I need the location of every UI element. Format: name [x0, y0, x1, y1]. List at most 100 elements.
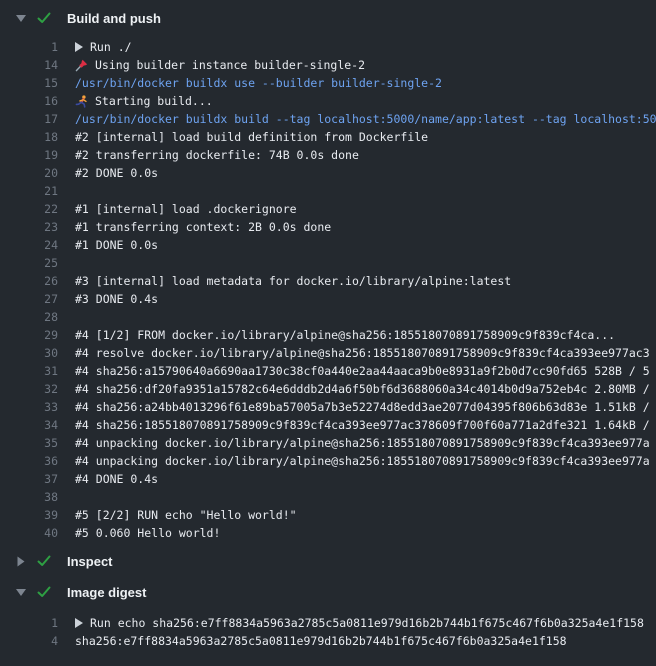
line-number[interactable]: 26: [0, 272, 58, 290]
log-text: #4 resolve docker.io/library/alpine@sha2…: [75, 344, 650, 362]
log-line: 28: [0, 308, 656, 326]
log-text: Using builder instance builder-single-2: [95, 56, 365, 74]
log-lines: 1 Run ./ 14 Using builder instance build…: [0, 38, 656, 542]
check-icon: [37, 586, 51, 598]
log-group-build-and-push: Build and push 1 Run ./ 14 Using builder…: [0, 8, 656, 542]
log-line-content: #2 transferring dockerfile: 74B 0.0s don…: [58, 146, 656, 164]
log-group-title: Inspect: [67, 554, 113, 569]
log-line: 20 #2 DONE 0.0s: [0, 164, 656, 182]
runner-icon: [75, 95, 88, 108]
log-lines: 1 Run echo sha256:e7ff8834a5963a2785c5a0…: [0, 614, 656, 650]
log-text: #5 0.060 Hello world!: [75, 524, 220, 542]
log-text: #5 [2/2] RUN echo "Hello world!": [75, 506, 297, 524]
log-text: Run ./: [90, 38, 132, 56]
log-text: #2 DONE 0.0s: [75, 164, 158, 182]
log-line-content: #4 sha256:a15790640a6690aa1730c38cf0a440…: [58, 362, 656, 380]
log-line-content: /usr/bin/docker buildx use --builder bui…: [58, 74, 656, 92]
log-line: 1 Run echo sha256:e7ff8834a5963a2785c5a0…: [0, 614, 656, 632]
log-group-title: Build and push: [67, 11, 161, 26]
log-group-header-build-and-push[interactable]: Build and push: [0, 8, 656, 28]
check-icon: [37, 12, 51, 24]
line-number[interactable]: 27: [0, 290, 58, 308]
run-toggle-icon[interactable]: [75, 42, 83, 52]
log-text: sha256:e7ff8834a5963a2785c5a0811e979d16b…: [75, 632, 567, 650]
run-toggle-icon[interactable]: [75, 618, 83, 628]
log-line: 40 #5 0.060 Hello world!: [0, 524, 656, 542]
log-line: 1 Run ./: [0, 38, 656, 56]
log-text: #4 sha256:185518070891758909c9f839cf4ca3…: [75, 416, 650, 434]
line-number[interactable]: 1: [0, 38, 58, 56]
log-group-inspect: Inspect: [0, 551, 656, 571]
line-number[interactable]: 25: [0, 254, 58, 272]
line-number[interactable]: 39: [0, 506, 58, 524]
log-line: 23 #1 transferring context: 2B 0.0s done: [0, 218, 656, 236]
log-line: 15 /usr/bin/docker buildx use --builder …: [0, 74, 656, 92]
log-line-content: #5 0.060 Hello world!: [58, 524, 656, 542]
log-line: 38: [0, 488, 656, 506]
line-number[interactable]: 14: [0, 56, 58, 74]
log-text: #4 unpacking docker.io/library/alpine@sh…: [75, 434, 650, 452]
log-line: 37 #4 DONE 0.4s: [0, 470, 656, 488]
chevron-right-icon[interactable]: [15, 556, 26, 566]
log-text: #1 DONE 0.0s: [75, 236, 158, 254]
line-number[interactable]: 22: [0, 200, 58, 218]
line-number[interactable]: 16: [0, 92, 58, 110]
line-number[interactable]: 33: [0, 398, 58, 416]
log-line-content: Using builder instance builder-single-2: [58, 56, 656, 74]
log-line-content: #4 unpacking docker.io/library/alpine@sh…: [58, 434, 656, 452]
log-line-content: #1 transferring context: 2B 0.0s done: [58, 218, 656, 236]
log-line-content: Run ./: [58, 38, 656, 56]
line-number[interactable]: 40: [0, 524, 58, 542]
line-number[interactable]: 31: [0, 362, 58, 380]
log-line: 17 /usr/bin/docker buildx build --tag lo…: [0, 110, 656, 128]
line-number[interactable]: 19: [0, 146, 58, 164]
log-line: 24 #1 DONE 0.0s: [0, 236, 656, 254]
line-number[interactable]: 30: [0, 344, 58, 362]
log-line-content: #4 [1/2] FROM docker.io/library/alpine@s…: [58, 326, 656, 344]
log-line: 4 sha256:e7ff8834a5963a2785c5a0811e979d1…: [0, 632, 656, 650]
line-number[interactable]: 36: [0, 452, 58, 470]
line-number[interactable]: 24: [0, 236, 58, 254]
log-line-content: #4 resolve docker.io/library/alpine@sha2…: [58, 344, 656, 362]
chevron-down-icon[interactable]: [15, 587, 26, 597]
log-line: 22 #1 [internal] load .dockerignore: [0, 200, 656, 218]
line-number[interactable]: 29: [0, 326, 58, 344]
line-number[interactable]: 28: [0, 308, 58, 326]
log-line-content: #5 [2/2] RUN echo "Hello world!": [58, 506, 656, 524]
log-text: #4 sha256:df20fa9351a15782c64e6dddb2d4a6…: [75, 380, 650, 398]
log-line: 29 #4 [1/2] FROM docker.io/library/alpin…: [0, 326, 656, 344]
line-number[interactable]: 34: [0, 416, 58, 434]
line-number[interactable]: 38: [0, 488, 58, 506]
log-group-title: Image digest: [67, 585, 146, 600]
log-text: #2 transferring dockerfile: 74B 0.0s don…: [75, 146, 359, 164]
log-line-content: #4 sha256:a24bb4013296f61e89ba57005a7b3e…: [58, 398, 656, 416]
workflow-log: Build and push 1 Run ./ 14 Using builder…: [0, 8, 656, 650]
log-text: Run echo sha256:e7ff8834a5963a2785c5a081…: [90, 614, 644, 632]
log-line: 32 #4 sha256:df20fa9351a15782c64e6dddb2d…: [0, 380, 656, 398]
log-line: 36 #4 unpacking docker.io/library/alpine…: [0, 452, 656, 470]
line-number[interactable]: 17: [0, 110, 58, 128]
log-line-content: #3 [internal] load metadata for docker.i…: [58, 272, 656, 290]
log-text: #4 sha256:a15790640a6690aa1730c38cf0a440…: [75, 362, 650, 380]
log-line-content: Run echo sha256:e7ff8834a5963a2785c5a081…: [58, 614, 656, 632]
log-line-content: /usr/bin/docker buildx build --tag local…: [58, 110, 656, 128]
line-number[interactable]: 37: [0, 470, 58, 488]
log-line-content: #4 sha256:185518070891758909c9f839cf4ca3…: [58, 416, 656, 434]
line-number[interactable]: 20: [0, 164, 58, 182]
log-text: /usr/bin/docker buildx build --tag local…: [75, 110, 656, 128]
line-number[interactable]: 23: [0, 218, 58, 236]
line-number[interactable]: 15: [0, 74, 58, 92]
line-number[interactable]: 1: [0, 614, 58, 632]
line-number[interactable]: 18: [0, 128, 58, 146]
log-group-header-inspect[interactable]: Inspect: [0, 551, 656, 571]
line-number[interactable]: 4: [0, 632, 58, 650]
log-text: #4 sha256:a24bb4013296f61e89ba57005a7b3e…: [75, 398, 650, 416]
line-number[interactable]: 21: [0, 182, 58, 200]
chevron-down-icon[interactable]: [15, 13, 26, 23]
pushpin-icon: [75, 59, 88, 72]
log-group-header-image-digest[interactable]: Image digest: [0, 582, 656, 602]
line-number[interactable]: 35: [0, 434, 58, 452]
log-line-content: #2 DONE 0.0s: [58, 164, 656, 182]
log-line: 25: [0, 254, 656, 272]
line-number[interactable]: 32: [0, 380, 58, 398]
